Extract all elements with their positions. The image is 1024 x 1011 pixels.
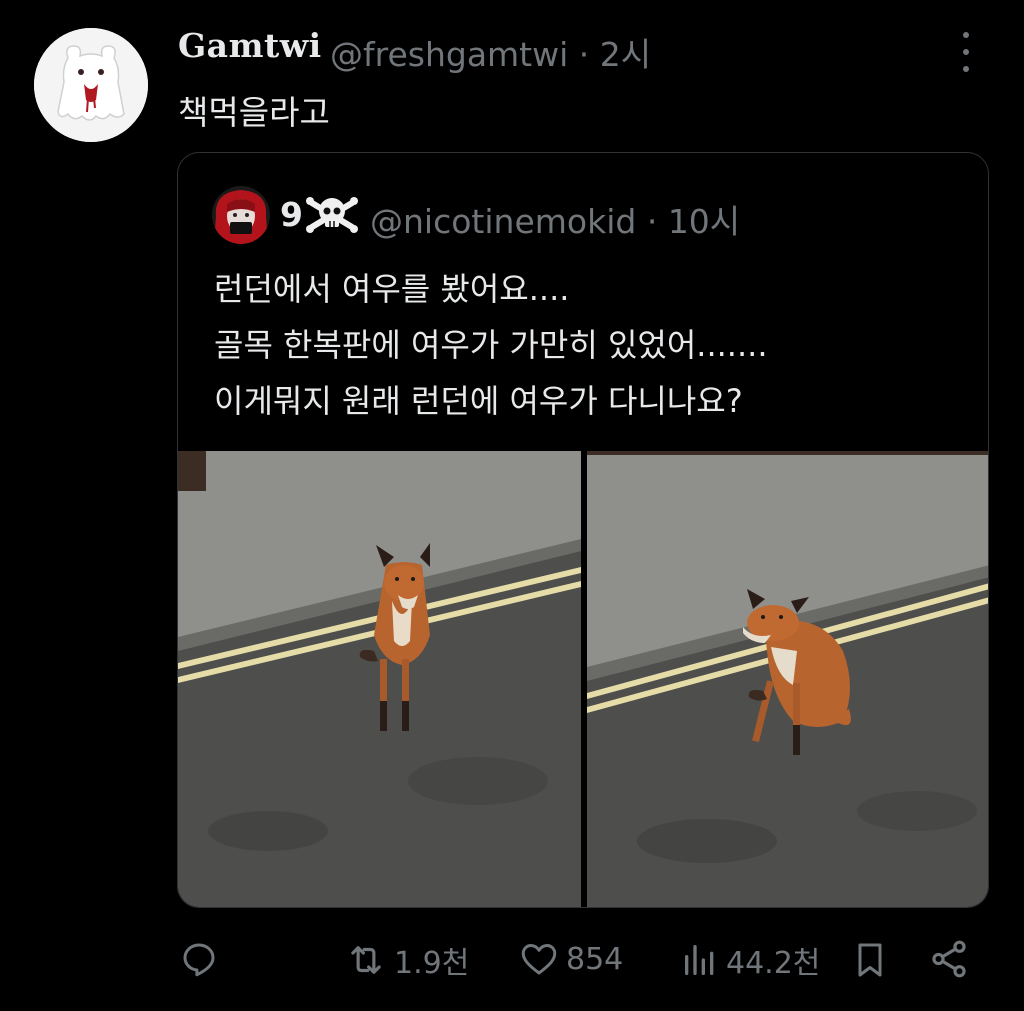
views-button[interactable]: 44.2천 [680, 938, 820, 982]
retweet-icon [351, 946, 381, 974]
views-icon [685, 945, 714, 975]
like-count: 854 [566, 941, 624, 977]
fox-photo-2[interactable] [587, 451, 988, 907]
more-vertical-icon [963, 32, 969, 38]
views-count: 44.2천 [726, 946, 821, 981]
reply-button[interactable] [178, 938, 220, 980]
more-options-button[interactable] [954, 32, 978, 72]
quoted-tweet-time[interactable]: 10시 [668, 202, 740, 241]
user-handle[interactable]: @freshgamtwi [330, 35, 568, 74]
quoted-avatar[interactable] [212, 186, 270, 244]
quoted-tweet-text: 런던에서 여우를 봤어요.... 골목 한복판에 여우가 가만히 있었어....… [214, 261, 768, 429]
separator-dot: · [646, 202, 658, 241]
retweet-button[interactable]: 1.9천 [344, 938, 469, 982]
skull-crossbones-emoji-icon [306, 197, 358, 233]
handle-and-time[interactable]: @freshgamtwi · 2시 [330, 28, 651, 76]
ghost-bear-avatar-icon [34, 28, 148, 142]
display-name[interactable]: Gamtwi [178, 26, 322, 65]
reply-icon [183, 943, 215, 977]
share-button[interactable] [928, 938, 970, 980]
quoted-tweet[interactable]: 9 @nicotinemokid · 10시 런던에서 여우를 봤어요.... … [177, 152, 989, 908]
quoted-avatar-icon [212, 186, 270, 244]
share-icon [932, 940, 966, 978]
like-button[interactable]: 854 [518, 938, 623, 980]
tweet-time[interactable]: 2시 [600, 35, 651, 74]
tweet-actions: 1.9천 854 44.2천 [0, 930, 1024, 994]
quoted-text-line: 런던에서 여우를 봤어요.... [214, 270, 570, 308]
avatar[interactable] [34, 28, 148, 142]
retweet-count: 1.9천 [394, 946, 470, 981]
quoted-user-handle[interactable]: @nicotinemokid [370, 202, 636, 241]
quoted-text-line: 이게뭐지 원래 런던에 여우가 다니나요? [214, 382, 743, 420]
bookmark-icon [858, 943, 882, 977]
bookmark-button[interactable] [850, 938, 890, 982]
heart-icon [521, 944, 557, 975]
fox-photo-1[interactable] [178, 451, 581, 907]
quoted-display-name[interactable]: 9 [280, 195, 303, 234]
tweet-text: 책먹을라고 [178, 93, 330, 132]
separator-dot: · [578, 35, 590, 74]
quoted-text-line: 골목 한복판에 여우가 가만히 있었어....... [214, 326, 768, 364]
quoted-handle-and-time[interactable]: @nicotinemokid · 10시 [370, 195, 740, 243]
